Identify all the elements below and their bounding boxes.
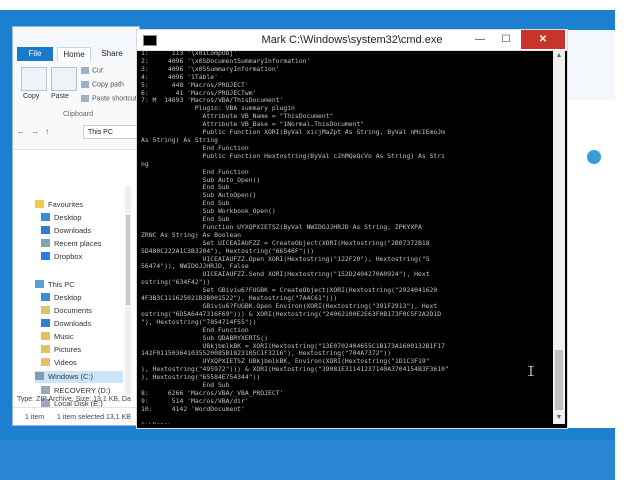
nav-documents[interactable]: Documents [41, 305, 92, 317]
tab-share[interactable]: Share [95, 47, 129, 61]
scissors-icon [81, 67, 89, 74]
nav-music[interactable]: Music [41, 331, 74, 343]
file-explorer-window[interactable]: File Home Share Copy Paste Cut Copy path… [12, 26, 140, 426]
explorer-scrollbar[interactable] [125, 185, 131, 395]
nav-windows-c[interactable]: Windows (C:) [35, 371, 124, 383]
paste-shortcut-icon [81, 95, 89, 102]
paste-shortcut-button[interactable]: Paste shortcut [81, 95, 137, 102]
drive-icon [35, 372, 44, 380]
shield-icon [587, 150, 601, 164]
background-window-ribbon [567, 30, 616, 100]
nav-favourites[interactable]: Favourites [35, 199, 83, 211]
navigation-pane: Favourites Desktop Downloads Recent plac… [13, 155, 139, 417]
download-icon [41, 319, 50, 327]
pictures-icon [41, 345, 50, 353]
console-line: 10: 4142 'WordDocument' [141, 404, 245, 413]
paste-icon[interactable] [51, 67, 77, 91]
cmd-scroll-thumb[interactable] [555, 350, 563, 410]
status-type-line: Type: ZIP Archive, Size: 13,1 KB, Da [17, 396, 131, 403]
cut-button[interactable]: Cut [81, 67, 103, 74]
nav-this-pc[interactable]: This PC [35, 279, 75, 291]
desktop-icon [41, 293, 50, 301]
minimize-button[interactable]: — [467, 30, 493, 49]
nav-dropbox[interactable]: Dropbox [41, 251, 82, 263]
copy-button-label[interactable]: Copy [23, 93, 39, 100]
explorer-titlebar[interactable] [13, 27, 139, 47]
close-button[interactable]: ✕ [521, 30, 565, 49]
explorer-statusbar: Type: ZIP Archive, Size: 13,1 KB, Da 1 i… [13, 396, 139, 425]
computer-icon [35, 280, 44, 288]
documents-icon [41, 306, 50, 314]
dropbox-icon [41, 252, 50, 260]
status-selected: 1 item selected 13,1 KB [57, 414, 131, 421]
nav-recent-places[interactable]: Recent places [41, 238, 102, 250]
videos-icon [41, 358, 50, 366]
cmd-window[interactable]: Mark C:\Windows\system32\cmd.exe — ☐ ✕ 1… [136, 29, 568, 429]
nav-desktop[interactable]: Desktop [41, 212, 82, 224]
background-window-right[interactable] [566, 30, 616, 428]
nav-downloads[interactable]: Downloads [41, 225, 91, 237]
copy-icon[interactable] [21, 67, 47, 91]
console-line: C:\Demo> [141, 421, 551, 424]
copy-path-button[interactable]: Copy path [81, 81, 124, 88]
star-icon [35, 200, 44, 208]
address-bar[interactable]: This PC [83, 125, 139, 139]
scroll-down-icon[interactable]: ▼ [553, 412, 565, 424]
maximize-button[interactable]: ☐ [493, 30, 519, 49]
music-icon [41, 332, 50, 340]
tab-home[interactable]: Home [57, 47, 91, 61]
status-item-count: 1 item [25, 414, 45, 421]
ribbon-tabs: File Home Share [13, 47, 139, 61]
nav-videos[interactable]: Videos [41, 357, 77, 369]
cmd-titlebar[interactable]: Mark C:\Windows\system32\cmd.exe — ☐ ✕ [137, 30, 567, 51]
screen-right-edge [615, 0, 640, 480]
download-icon [41, 226, 50, 234]
text-cursor-icon [528, 366, 534, 376]
copy-path-icon [81, 81, 89, 88]
nav-pc-desktop[interactable]: Desktop [41, 292, 82, 304]
scroll-up-icon[interactable]: ▲ [553, 50, 565, 62]
screen-top-edge [0, 0, 640, 10]
cmd-scrollbar[interactable]: ▲ ▼ [553, 50, 565, 424]
recent-places-icon [41, 239, 50, 247]
tab-file[interactable]: File [17, 47, 53, 61]
explorer-scroll-thumb[interactable] [126, 215, 130, 305]
nav-pc-downloads[interactable]: Downloads [41, 318, 91, 330]
clipboard-group-label: Clipboard [63, 111, 93, 118]
console-line: Public Function Hextostring(ByVal cJhMQe… [141, 151, 445, 160]
desktop-bottom [0, 440, 640, 480]
console-output[interactable]: 1: 113 '\x01CompObj' 2: 4096 '\x05Documen… [141, 50, 551, 424]
nav-arrows[interactable]: ←→↑ [17, 127, 55, 136]
drive-icon [41, 386, 50, 394]
nav-pictures[interactable]: Pictures [41, 344, 81, 356]
desktop-icon [41, 213, 50, 221]
paste-button-label[interactable]: Paste [51, 93, 69, 100]
